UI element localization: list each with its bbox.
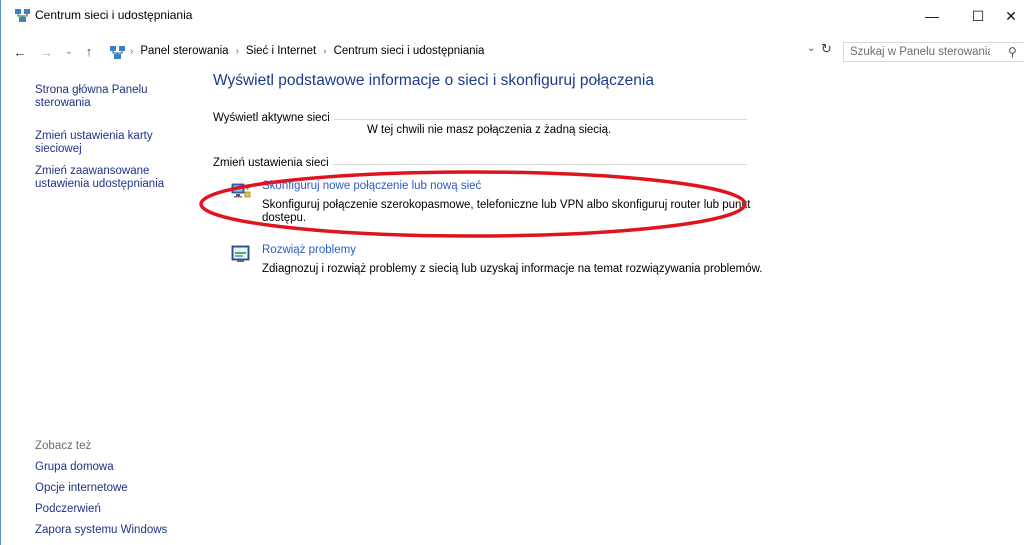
setup-new-connection-description: Skonfiguruj połączenie szerokopasmowe, t… [262,199,750,225]
sidebar-item-control-panel-home[interactable]: Strona główna Panelu sterowania [35,84,185,110]
sidebar-item-advanced-sharing[interactable]: Zmień zaawansowane ustawienia udostępnia… [35,165,185,191]
see-also-homegroup-link[interactable]: Grupa domowa [35,461,114,473]
recent-locations-chevron-icon[interactable]: ⌄ [60,42,78,62]
sidebar-item-label: sterowania [35,97,91,109]
see-also-heading: Zobacz też [35,440,92,452]
maximize-button[interactable]: ☐ [955,0,1001,32]
troubleshoot-description: Zdiagnozuj i rozwiąż problemy z siecią l… [262,263,762,276]
control-panel-window: Centrum sieci i udostępniania — ☐ ✕ ← → … [0,0,1024,545]
no-connection-message: W tej chwili nie masz połączenia z żadną… [367,124,612,136]
setup-new-connection-link[interactable]: Skonfiguruj nowe połączenie lub nową sie… [262,180,481,192]
refresh-icon[interactable]: ↻ [821,41,832,57]
back-arrow-icon[interactable]: ← [11,42,29,62]
breadcrumb-separator-icon[interactable]: › [236,46,239,57]
sidebar-item-adapter-settings[interactable]: Zmień ustawienia karty sieciowej [35,130,185,156]
see-also-internet-options-link[interactable]: Opcje internetowe [35,482,128,494]
see-also-infrared-link[interactable]: Podczerwień [35,503,101,515]
sidebar-item-label: ustawienia udostępniania [35,178,165,190]
sidebar-item-label: Strona główna Panelu [35,84,148,96]
sidebar-item-label: Zmień ustawienia karty [35,130,153,142]
active-networks-heading: Wyświetl aktywne sieci [213,112,334,124]
forward-arrow-icon[interactable]: → [37,42,55,62]
breadcrumb-network-internet[interactable]: Sieć i Internet [246,45,316,57]
breadcrumb-control-panel[interactable]: Panel sterowania [140,45,228,57]
sidebar-item-label: sieciowej [35,143,82,155]
address-dropdown-chevron-icon[interactable]: ⌄ [807,43,815,54]
troubleshoot-icon [231,245,250,262]
up-arrow-icon[interactable]: ↑ [80,42,98,62]
network-center-icon [15,9,30,22]
network-center-icon [110,46,125,59]
see-also-firewall-link[interactable]: Zapora systemu Windows [35,524,167,536]
minimize-button[interactable]: — [909,0,955,32]
description-line: Zdiagnozuj i rozwiąż problemy z siecią l… [262,263,763,275]
search-box[interactable]: ⚲ [843,42,1024,62]
breadcrumb-separator-icon: › [130,45,134,57]
breadcrumb-network-center[interactable]: Centrum sieci i udostępniania [334,45,485,57]
search-input[interactable] [850,45,990,59]
breadcrumb: › Panel sterowania › Sieć i Internet › C… [130,45,484,57]
title-bar: Centrum sieci i udostępniania — ☐ ✕ [1,0,1024,32]
new-connection-icon [231,183,251,198]
address-bar[interactable]: › Panel sterowania › Sieć i Internet › C… [105,42,840,64]
change-settings-heading: Zmień ustawienia sieci [213,157,333,169]
page-title: Wyświetl podstawowe informacje o sieci i… [213,72,654,89]
search-icon[interactable]: ⚲ [1008,45,1017,59]
sidebar-item-label: Zmień zaawansowane [35,165,150,177]
window-title: Centrum sieci i udostępniania [35,8,193,22]
breadcrumb-separator-icon[interactable]: › [323,46,326,57]
description-line: Skonfiguruj połączenie szerokopasmowe, t… [262,199,751,211]
troubleshoot-link[interactable]: Rozwiąż problemy [262,244,356,256]
close-button[interactable]: ✕ [997,0,1024,32]
description-line: dostępu. [262,212,307,224]
